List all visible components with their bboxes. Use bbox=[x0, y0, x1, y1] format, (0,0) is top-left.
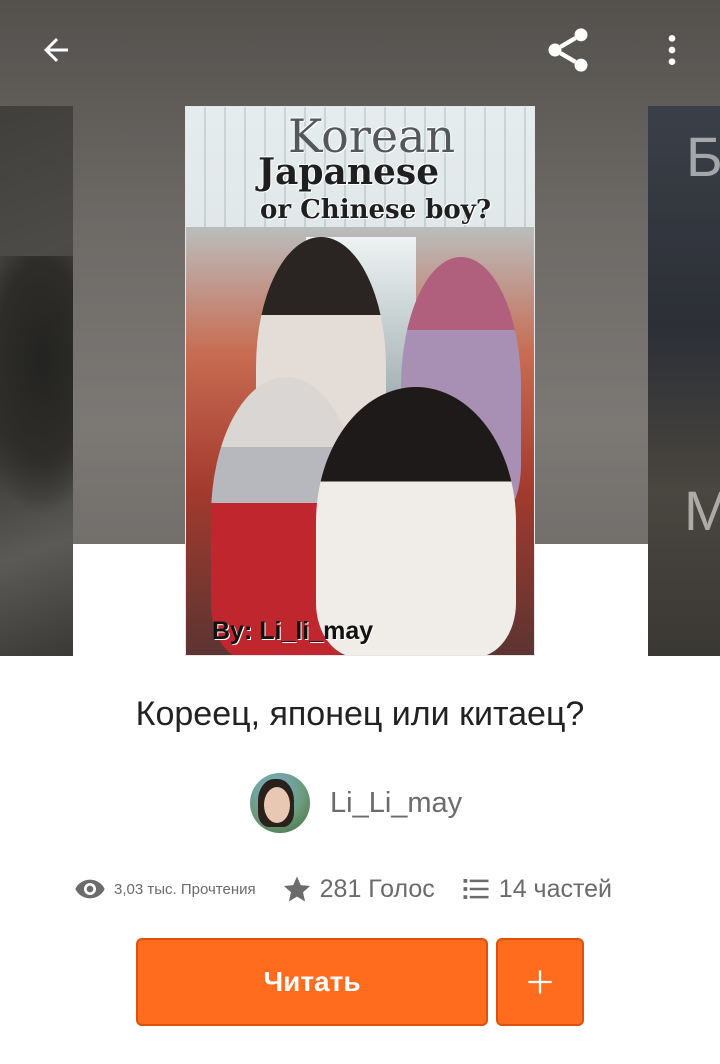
cover-artwork bbox=[0, 256, 73, 516]
cover-byline: By: Li_li_may bbox=[212, 617, 374, 645]
plus-icon bbox=[528, 970, 552, 994]
cover-figure bbox=[316, 387, 516, 655]
cover-carousel: Б М Korean Japanese or Chinese boy? By: … bbox=[0, 0, 720, 656]
votes-stat: 281 Голос bbox=[282, 874, 435, 904]
arrow-left-icon bbox=[44, 38, 68, 62]
more-vertical-icon bbox=[668, 35, 676, 65]
eye-icon bbox=[75, 879, 105, 899]
add-to-library-button[interactable] bbox=[496, 938, 584, 1026]
app-bar bbox=[0, 0, 720, 100]
cover-letter-bottom: М bbox=[684, 479, 720, 542]
cover-title-line: Japanese bbox=[258, 151, 440, 193]
star-icon bbox=[283, 876, 310, 902]
next-story-cover[interactable]: Б М bbox=[648, 106, 720, 656]
share-button[interactable] bbox=[536, 18, 600, 82]
back-button[interactable] bbox=[24, 18, 88, 82]
avatar-face bbox=[264, 787, 290, 823]
previous-story-cover[interactable] bbox=[0, 106, 73, 656]
story-stats: 3,03 тыс. Прочтения 281 Голос 14 частей bbox=[74, 866, 674, 912]
parts-count: 14 частей bbox=[498, 874, 613, 903]
share-icon bbox=[548, 28, 588, 72]
reads-count: 3,03 тыс. Прочтения bbox=[114, 880, 256, 898]
parts-stat: 14 частей bbox=[461, 874, 612, 904]
author-avatar[interactable] bbox=[250, 773, 310, 833]
list-icon bbox=[463, 879, 489, 899]
reads-stat: 3,03 тыс. Прочтения bbox=[74, 873, 256, 905]
cover-letter-top: Б bbox=[686, 125, 720, 188]
author-name[interactable]: Li_Li_may bbox=[330, 787, 462, 820]
read-button[interactable]: Читать bbox=[136, 938, 488, 1026]
story-cover[interactable]: Korean Japanese or Chinese boy? By: Li_l… bbox=[185, 106, 535, 656]
cover-title-line: or Chinese boy? bbox=[260, 195, 492, 225]
more-options-button[interactable] bbox=[640, 18, 704, 82]
story-title: Кореец, японец или китаец? bbox=[135, 695, 585, 733]
author-link[interactable]: Li_Li_may bbox=[250, 772, 462, 834]
votes-count: 281 Голос bbox=[319, 874, 435, 903]
